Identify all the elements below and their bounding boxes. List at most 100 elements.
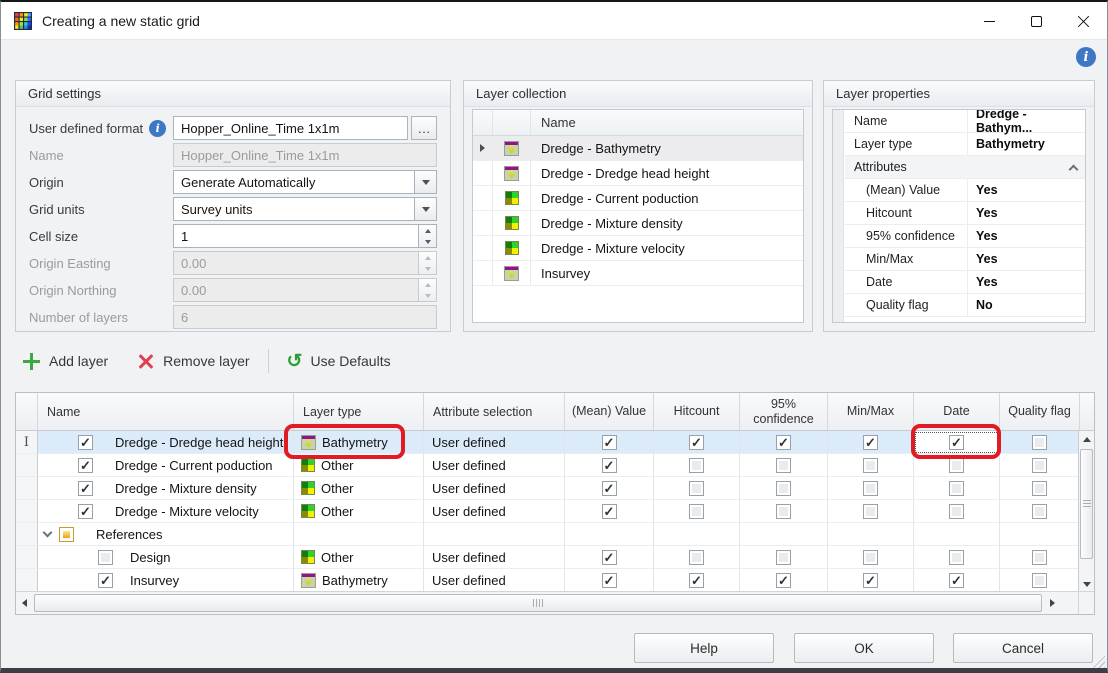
property-row[interactable]: Hitcount Yes (845, 202, 1085, 225)
user-defined-format-input[interactable]: Hopper_Online_Time 1x1m (173, 116, 408, 140)
minmax-checkbox[interactable] (863, 504, 878, 519)
hitcount-checkbox[interactable] (689, 550, 704, 565)
maximize-button[interactable] (1013, 2, 1060, 40)
browse-button[interactable]: … (411, 116, 437, 140)
column-header-layer-type[interactable]: Layer type (294, 393, 424, 430)
confidence-checkbox[interactable] (776, 435, 791, 450)
mean-value-checkbox[interactable] (602, 435, 617, 450)
mean-value-checkbox[interactable] (602, 573, 617, 588)
property-row[interactable]: Layer type Bathymetry (845, 133, 1085, 156)
table-row[interactable]: Design Other User defined (16, 546, 1094, 569)
property-row[interactable]: (Mean) Value Yes (845, 179, 1085, 202)
quality-flag-checkbox[interactable] (1032, 550, 1047, 565)
mean-value-checkbox[interactable] (602, 504, 617, 519)
origin-dropdown-button[interactable] (415, 170, 437, 194)
scroll-down-button[interactable] (1079, 576, 1094, 592)
mean-value-checkbox[interactable] (602, 550, 617, 565)
table-group-row[interactable]: References (16, 523, 1094, 546)
property-row[interactable]: Name Dredge - Bathym... (845, 110, 1085, 133)
list-item[interactable]: Dredge - Mixture velocity (473, 236, 803, 261)
date-checkbox[interactable] (949, 481, 964, 496)
date-checkbox[interactable] (949, 573, 964, 588)
vertical-scroll-thumb[interactable] (1080, 449, 1093, 559)
horizontal-scroll-thumb[interactable] (34, 594, 1042, 612)
row-checkbox[interactable] (98, 550, 113, 565)
list-item[interactable]: Dredge - Mixture density (473, 211, 803, 236)
list-item[interactable]: Dredge - Bathymetry (473, 136, 803, 161)
format-info-icon[interactable] (149, 120, 166, 137)
minmax-checkbox[interactable] (863, 481, 878, 496)
list-item[interactable]: Dredge - Dredge head height (473, 161, 803, 186)
group-checkbox[interactable] (59, 527, 74, 542)
vertical-scrollbar[interactable] (1078, 431, 1094, 592)
table-row[interactable]: Dredge - Mixture velocity Other User def… (16, 500, 1094, 523)
minmax-checkbox[interactable] (863, 458, 878, 473)
minimize-button[interactable] (966, 2, 1013, 40)
ok-button[interactable]: OK (794, 633, 934, 663)
remove-layer-button[interactable]: Remove layer (130, 349, 257, 373)
quality-flag-checkbox[interactable] (1032, 458, 1047, 473)
date-checkbox[interactable] (949, 550, 964, 565)
mean-value-checkbox[interactable] (602, 481, 617, 496)
quality-flag-checkbox[interactable] (1032, 573, 1047, 588)
minmax-checkbox[interactable] (863, 435, 878, 450)
add-layer-button[interactable]: Add layer (15, 349, 116, 374)
list-item[interactable]: Dredge - Current poduction (473, 186, 803, 211)
minmax-checkbox[interactable] (863, 573, 878, 588)
column-header-date[interactable]: Date (914, 393, 1000, 430)
info-icon[interactable] (1076, 47, 1096, 67)
table-row[interactable]: I Dredge - Dredge head height Bathymetry… (16, 431, 1094, 454)
cell-size-input[interactable]: 1 (173, 224, 419, 248)
quality-flag-checkbox[interactable] (1032, 435, 1047, 450)
column-header-mean-value[interactable]: (Mean) Value (565, 393, 654, 430)
scroll-right-button[interactable] (1044, 592, 1060, 614)
property-row[interactable]: Quality flag No (845, 294, 1085, 317)
property-row[interactable]: Min/Max Yes (845, 248, 1085, 271)
hitcount-checkbox[interactable] (689, 573, 704, 588)
column-header-95-confidence[interactable]: 95% confidence (740, 393, 828, 430)
use-defaults-button[interactable]: ↺ Use Defaults (279, 348, 399, 375)
column-header-name[interactable]: Name (38, 393, 294, 430)
date-checkbox[interactable] (949, 458, 964, 473)
row-checkbox[interactable] (98, 573, 113, 588)
row-checkbox[interactable] (78, 481, 93, 496)
cancel-button[interactable]: Cancel (953, 633, 1093, 663)
property-row[interactable]: Date Yes (845, 271, 1085, 294)
table-row[interactable]: Dredge - Mixture density Other User defi… (16, 477, 1094, 500)
date-checkbox[interactable] (949, 504, 964, 519)
property-group-attributes[interactable]: Attributes (845, 156, 1085, 179)
close-button[interactable] (1060, 2, 1107, 40)
scroll-left-button[interactable] (16, 592, 32, 614)
column-header-quality-flag[interactable]: Quality flag (1000, 393, 1080, 430)
column-header-attribute-selection[interactable]: Attribute selection (424, 393, 565, 430)
minmax-checkbox[interactable] (863, 550, 878, 565)
confidence-checkbox[interactable] (776, 458, 791, 473)
column-header-minmax[interactable]: Min/Max (828, 393, 914, 430)
cell-size-spinner[interactable] (419, 224, 437, 248)
grid-units-dropdown-button[interactable] (415, 197, 437, 221)
property-row[interactable]: 95% confidence Yes (845, 225, 1085, 248)
row-checkbox[interactable] (78, 435, 93, 450)
row-checkbox[interactable] (78, 458, 93, 473)
scroll-up-button[interactable] (1079, 431, 1094, 447)
confidence-checkbox[interactable] (776, 481, 791, 496)
confidence-checkbox[interactable] (776, 504, 791, 519)
column-header-hitcount[interactable]: Hitcount (654, 393, 740, 430)
horizontal-scrollbar[interactable] (16, 591, 1078, 614)
collapse-chevron-icon[interactable] (43, 527, 53, 537)
help-button[interactable]: Help (634, 633, 774, 663)
date-checkbox[interactable] (949, 435, 964, 450)
hitcount-checkbox[interactable] (689, 458, 704, 473)
grid-units-select[interactable]: Survey units (173, 197, 415, 221)
origin-select[interactable]: Generate Automatically (173, 170, 415, 194)
table-row[interactable]: Insurvey Bathymetry User defined (16, 569, 1094, 592)
confidence-checkbox[interactable] (776, 550, 791, 565)
quality-flag-checkbox[interactable] (1032, 504, 1047, 519)
resize-grip[interactable] (1091, 654, 1105, 668)
row-checkbox[interactable] (78, 504, 93, 519)
confidence-checkbox[interactable] (776, 573, 791, 588)
date-cell-focused[interactable] (914, 431, 1000, 454)
list-item[interactable]: Insurvey (473, 261, 803, 286)
hitcount-checkbox[interactable] (689, 435, 704, 450)
quality-flag-checkbox[interactable] (1032, 481, 1047, 496)
